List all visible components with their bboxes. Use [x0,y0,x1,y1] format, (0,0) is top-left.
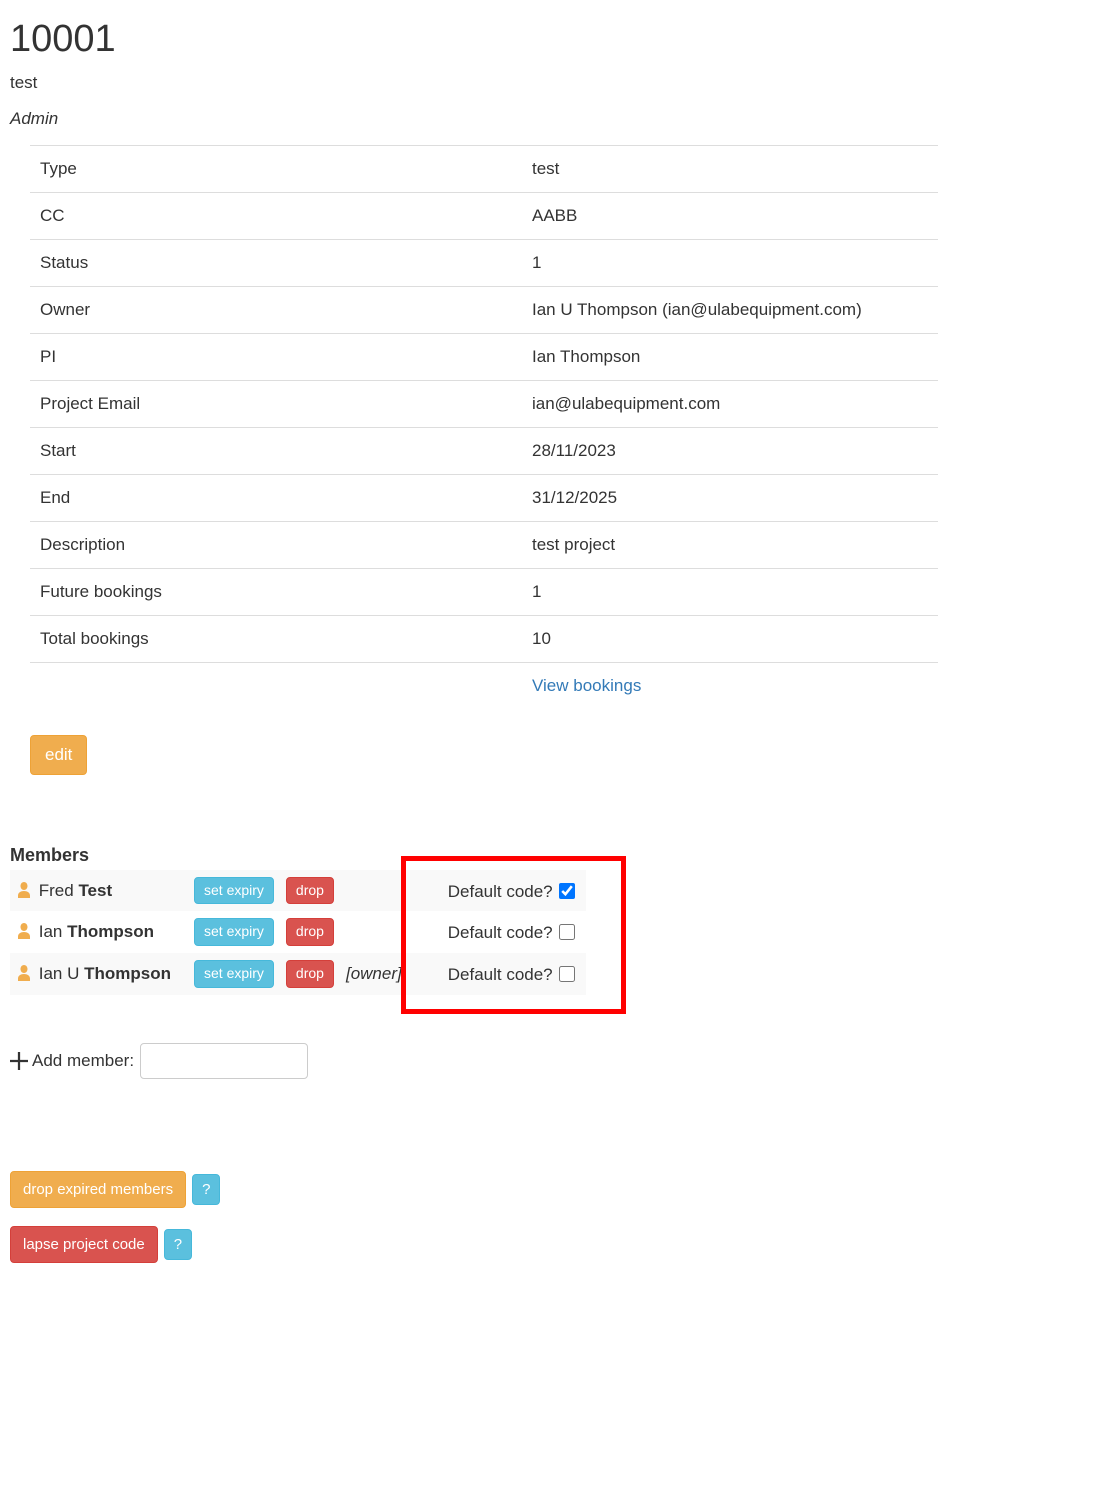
table-row: Start28/11/2023 [30,428,938,475]
admin-label: Admin [10,109,1086,129]
add-member-row: Add member: [10,1043,1086,1079]
member-first-name: Fred [39,881,74,900]
drop-member-button[interactable]: drop [286,918,334,946]
project-id-title: 10001 [10,18,1086,61]
detail-label: Start [30,428,522,475]
detail-value: 31/12/2025 [522,475,938,522]
table-row: Total bookings10 [30,616,938,663]
owner-tag-cell [340,870,408,912]
member-name-cell: Ian U Thompson [10,953,188,995]
table-row: End31/12/2025 [30,475,938,522]
table-row: Status1 [30,240,938,287]
table-row: Descriptiontest project [30,522,938,569]
table-row: Project Emailian@ulabequipment.com [30,381,938,428]
drop-member-button[interactable]: drop [286,960,334,988]
detail-value: Ian Thompson [522,334,938,381]
project-details-table: TypetestCCAABBStatus1OwnerIan U Thompson… [30,145,938,709]
default-code-cell: Default code? [408,953,587,995]
member-name-cell: Ian Thompson [10,911,188,953]
detail-value: 1 [522,240,938,287]
person-icon [16,965,32,981]
table-row: OwnerIan U Thompson (ian@ulabequipment.c… [30,287,938,334]
member-first-name: Ian U [39,964,80,983]
set-expiry-button[interactable]: set expiry [194,877,274,905]
table-row: CCAABB [30,193,938,240]
default-code-checkbox[interactable] [559,924,575,940]
detail-value: Ian U Thompson (ian@ulabequipment.com) [522,287,938,334]
person-icon [16,923,32,939]
drop-expired-members-button[interactable]: drop expired members [10,1171,186,1208]
add-member-input[interactable] [140,1043,308,1079]
members-table: Fred Testset expirydropDefault code? Ian… [10,870,586,995]
detail-value: 1 [522,569,938,616]
person-icon [16,882,32,898]
drop-expired-help-button[interactable]: ? [192,1174,220,1205]
project-subtitle: test [10,73,1086,93]
member-name-cell: Fred Test [10,870,188,912]
member-row: Ian Thompsonset expirydropDefault code? [10,911,586,953]
detail-label: Status [30,240,522,287]
detail-label: Total bookings [30,616,522,663]
add-member-label: Add member: [32,1051,134,1071]
detail-value: 28/11/2023 [522,428,938,475]
edit-button[interactable]: edit [30,735,87,775]
detail-label: Owner [30,287,522,334]
drop-member-button[interactable]: drop [286,877,334,905]
lapse-help-button[interactable]: ? [164,1229,192,1260]
members-heading: Members [10,845,1086,866]
owner-tag-cell [340,911,408,953]
detail-label: Project Email [30,381,522,428]
set-expiry-button[interactable]: set expiry [194,918,274,946]
detail-value: AABB [522,193,938,240]
member-last-name: Test [78,881,112,900]
member-last-name: Thompson [67,922,154,941]
default-code-cell: Default code? [408,870,587,912]
default-code-label: Default code? [448,923,553,942]
detail-label: CC [30,193,522,240]
member-row: Fred Testset expirydropDefault code? [10,870,586,912]
default-code-label: Default code? [448,882,553,901]
plus-icon [10,1052,28,1070]
member-last-name: Thompson [84,964,171,983]
member-row: Ian U Thompsonset expirydrop[owner]Defau… [10,953,586,995]
view-bookings-link[interactable]: View bookings [532,676,641,695]
default-code-checkbox[interactable] [559,966,575,982]
detail-label: PI [30,334,522,381]
table-row: View bookings [30,663,938,710]
default-code-checkbox[interactable] [559,883,575,899]
lapse-project-code-button[interactable]: lapse project code [10,1226,158,1263]
detail-value: 10 [522,616,938,663]
detail-value: test [522,146,938,193]
detail-label: Type [30,146,522,193]
default-code-cell: Default code? [408,911,587,953]
set-expiry-button[interactable]: set expiry [194,960,274,988]
detail-value: ian@ulabequipment.com [522,381,938,428]
table-row: Typetest [30,146,938,193]
detail-label: End [30,475,522,522]
detail-label: Future bookings [30,569,522,616]
table-row: Future bookings1 [30,569,938,616]
detail-value: test project [522,522,938,569]
detail-label: Description [30,522,522,569]
member-first-name: Ian [39,922,63,941]
table-row: PIIan Thompson [30,334,938,381]
owner-tag-cell: [owner] [340,953,408,995]
default-code-label: Default code? [448,965,553,984]
